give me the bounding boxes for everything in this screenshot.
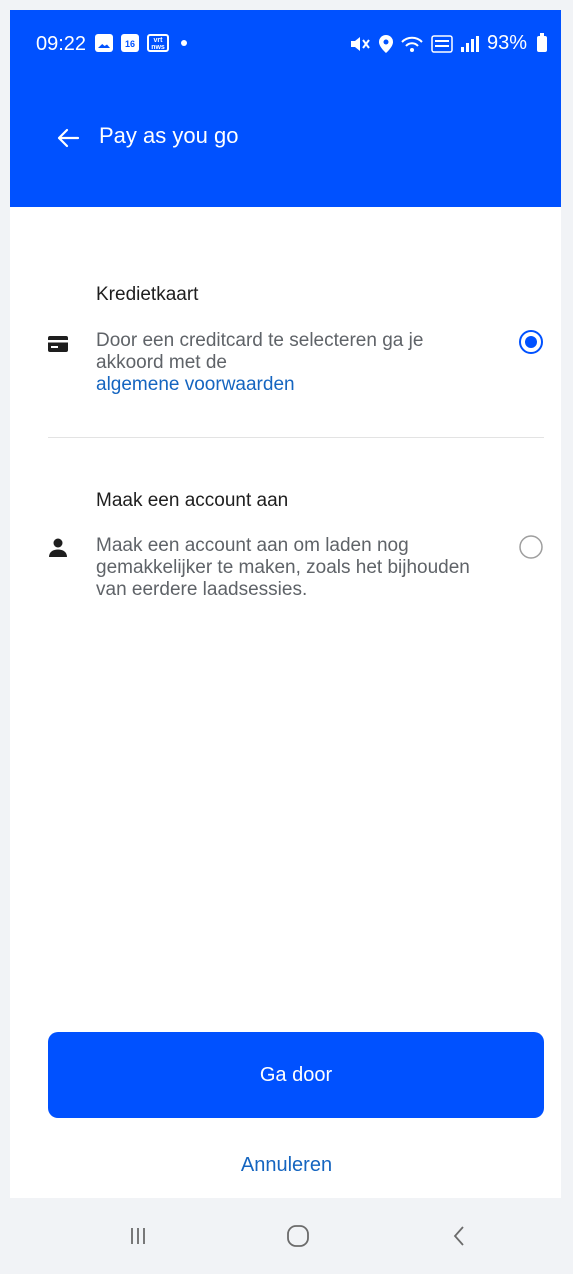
- home-icon: [287, 1225, 309, 1247]
- title-row: Pay as you go: [10, 110, 561, 170]
- location-icon: [378, 34, 393, 53]
- app-bar: 09:22 16 vrt nws 93% Pay as you go: [10, 10, 561, 207]
- option-description: Maak een account aan om laden nog gemakk…: [96, 535, 470, 600]
- device-frame-left: [0, 0, 10, 1274]
- continue-button[interactable]: Ga door: [48, 1032, 544, 1118]
- mute-icon: [350, 36, 370, 51]
- device-frame-right: [561, 0, 573, 1274]
- back-button[interactable]: [48, 118, 88, 158]
- option-description: Door een creditcard te selecteren ga je …: [96, 330, 491, 396]
- battery-icon: [537, 32, 547, 52]
- radio-credit-card[interactable]: [518, 329, 544, 355]
- page-title: Pay as you go: [99, 123, 239, 148]
- radio-create-account[interactable]: [518, 534, 544, 560]
- option-title: Kredietkaart: [96, 284, 199, 305]
- credit-card-icon: [48, 336, 68, 352]
- option-description-text: Door een creditcard te selecteren ga je …: [96, 330, 424, 373]
- status-time: 09:22: [36, 33, 87, 55]
- device-frame-top: [0, 0, 573, 10]
- person-icon: [49, 538, 67, 557]
- home-button[interactable]: [268, 1216, 328, 1256]
- recent-apps-icon: [131, 1228, 145, 1244]
- gallery-icon: [95, 34, 113, 52]
- wifi-icon: [401, 36, 423, 52]
- volte-icon: [431, 34, 453, 53]
- status-bar: 09:22 16 vrt nws 93%: [10, 10, 561, 80]
- status-icons-left: 16 vrt nws: [95, 34, 187, 52]
- calendar-icon: 16: [121, 34, 139, 52]
- battery-percentage: 93%: [486, 32, 527, 54]
- arrow-left-icon: [57, 128, 80, 148]
- vrt-news-icon: vrt nws: [147, 34, 169, 52]
- divider: [48, 437, 544, 438]
- status-icons-right: 93%: [349, 32, 547, 55]
- cancel-button[interactable]: Annuleren: [0, 1154, 573, 1177]
- system-navigation-bar: [0, 1198, 573, 1274]
- notification-dot-icon: [181, 40, 187, 46]
- signal-icon: [460, 35, 479, 52]
- option-title: Maak een account aan: [96, 490, 289, 511]
- recent-apps-button[interactable]: [108, 1216, 168, 1256]
- back-nav-button[interactable]: [430, 1216, 490, 1256]
- chevron-left-icon: [453, 1226, 464, 1246]
- terms-link[interactable]: algemene voorwaarden: [96, 374, 295, 395]
